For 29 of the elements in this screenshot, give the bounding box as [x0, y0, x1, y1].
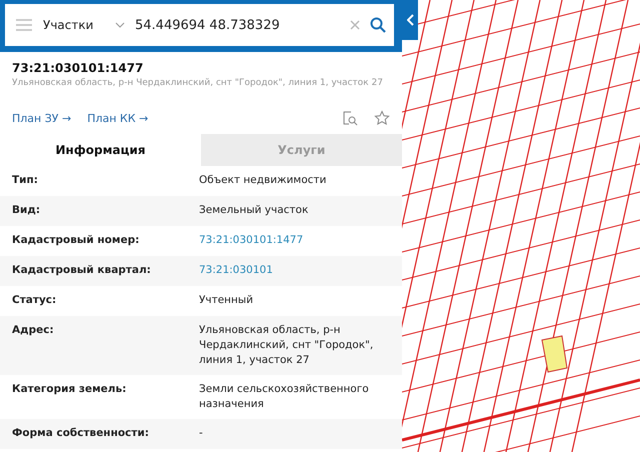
- field-label: Адрес:: [12, 323, 55, 338]
- plan-link[interactable]: План ЗУ →: [12, 112, 72, 124]
- field-label: Вид:: [12, 203, 42, 218]
- chevron-left-icon: [406, 14, 414, 26]
- field-value: -: [199, 426, 204, 441]
- search-field[interactable]: 54.449694 48.738329: [135, 18, 340, 32]
- cadastral-number: 73:21:030101:1477: [12, 61, 144, 75]
- object-address: Ульяновская область, р-н Чердаклинский, снт "Городок", линия 1, участок 27: [12, 78, 384, 88]
- field-value: Объект недвижимости: [199, 173, 328, 188]
- field-value: Земли сельскохозяйственного назначения: [199, 382, 370, 412]
- search-icon[interactable]: [370, 17, 386, 33]
- field-value: Ульяновская область, р-н Чердаклинский, снт "Городок", линия 1, участок 27: [199, 323, 374, 368]
- field-label: Кадастровый квартал:: [12, 263, 152, 278]
- field-value: Учтенный: [199, 293, 254, 308]
- field-label: Форма собственности:: [12, 426, 150, 441]
- value-link[interactable]: 73:21:030101: [199, 263, 390, 279]
- value-link[interactable]: 73:21:030101:1477: [199, 233, 390, 249]
- field-label: Кадастровый номер:: [12, 233, 140, 248]
- field-label: Статус:: [12, 293, 58, 308]
- collapse-panel-button[interactable]: [402, 0, 418, 40]
- zoom-to-icon[interactable]: [342, 110, 358, 126]
- layer-select[interactable]: Участки: [43, 18, 105, 32]
- star-icon[interactable]: [374, 110, 390, 126]
- plan-link[interactable]: План КК →: [87, 112, 148, 124]
- field-value: Земельный участок: [199, 203, 310, 218]
- field-label: Категория земель:: [12, 382, 128, 397]
- field-label: Тип:: [12, 173, 39, 188]
- chevron-down-icon[interactable]: [115, 22, 125, 28]
- clear-icon[interactable]: [350, 20, 360, 30]
